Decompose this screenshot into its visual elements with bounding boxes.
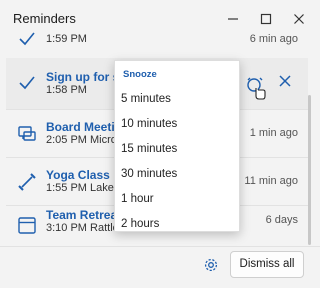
close-icon[interactable] (290, 10, 308, 28)
reminder-subtitle: 3:10 PM Rattles (46, 222, 125, 234)
reminder-time: 6 min ago (249, 33, 298, 45)
snooze-option[interactable]: 30 minutes (121, 168, 177, 180)
reminder-title: Yoga Class (46, 168, 110, 182)
dumbbell-icon (16, 171, 38, 193)
dismiss-all-button[interactable]: Dismiss all (230, 251, 304, 278)
reminder-title: Team Retreat (46, 208, 122, 222)
snooze-menu: Snooze 5 minutes 10 minutes 15 minutes 3… (114, 60, 240, 232)
snooze-bell-icon[interactable] (244, 74, 266, 100)
calendar-icon (16, 214, 38, 236)
snooze-option[interactable]: 5 minutes (121, 93, 171, 105)
check-icon (16, 72, 38, 94)
dismiss-x-icon[interactable] (277, 73, 293, 89)
gear-icon[interactable] (203, 257, 219, 273)
reminder-time: 11 min ago (244, 175, 298, 187)
snooze-option[interactable]: 1 hour (121, 193, 154, 205)
reminders-window: Reminders 1:59 PM 6 min ago Sign up for … (0, 0, 320, 288)
reminder-subtitle: 1:59 PM (46, 33, 87, 45)
window-title: Reminders (13, 11, 76, 26)
maximize-icon[interactable] (257, 10, 275, 28)
scrollbar[interactable] (308, 95, 311, 245)
snooze-option[interactable]: 2 hours (121, 218, 159, 230)
snooze-option[interactable]: 10 minutes (121, 118, 177, 130)
reminder-subtitle: 1:58 PM (46, 84, 87, 96)
reminder-time: 1 min ago (249, 127, 298, 139)
reminder-subtitle: 2:05 PM Micros (46, 134, 123, 146)
chat-icon (16, 123, 38, 145)
reminder-time: 6 days (265, 214, 298, 226)
snooze-menu-header: Snooze (123, 69, 157, 80)
check-icon (16, 30, 38, 50)
snooze-option[interactable]: 15 minutes (121, 143, 177, 155)
minimize-icon[interactable] (224, 10, 242, 28)
footer: Dismiss all (0, 246, 320, 288)
